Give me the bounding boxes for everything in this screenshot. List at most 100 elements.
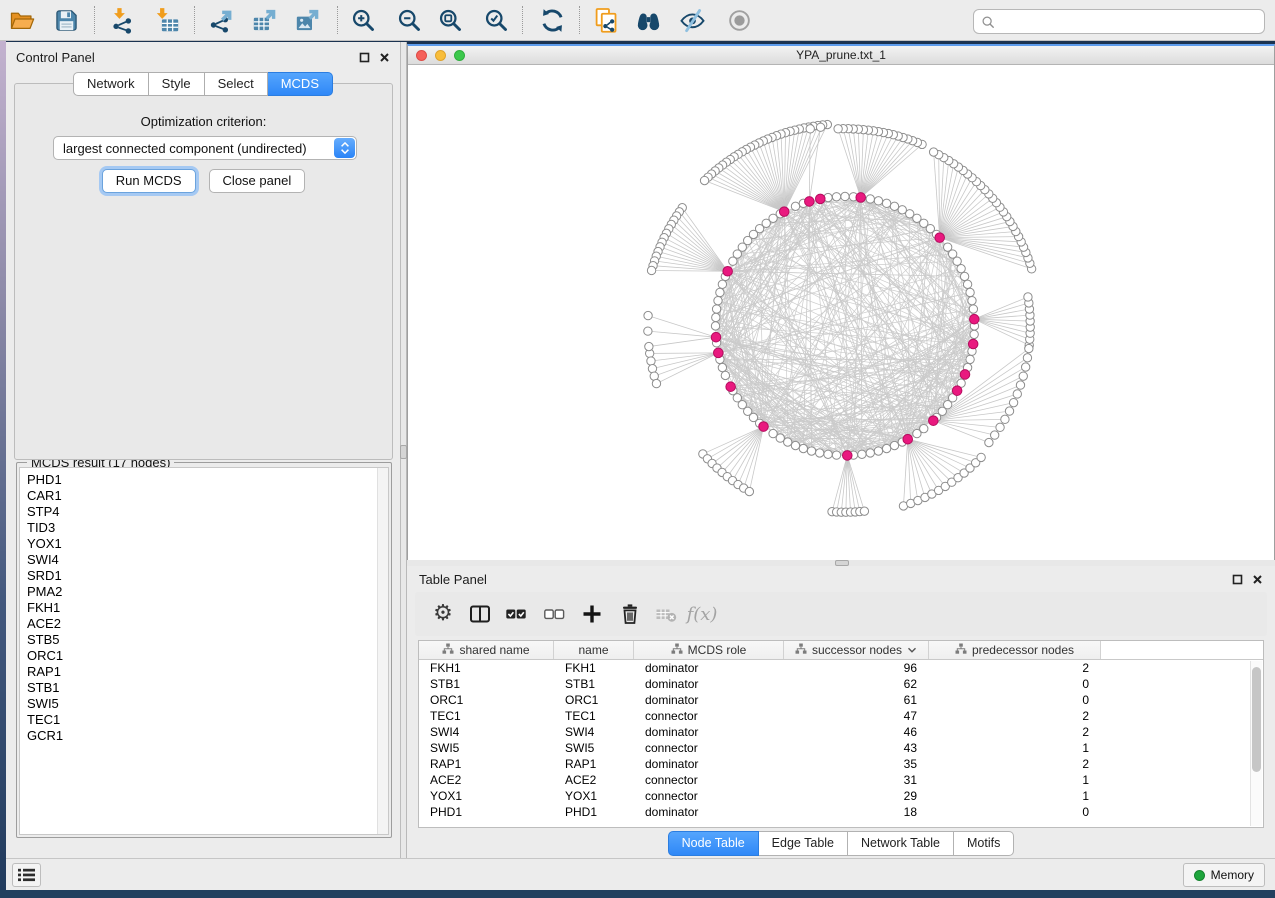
float-panel-icon[interactable] bbox=[359, 50, 370, 68]
mcds-hub-node[interactable] bbox=[714, 348, 724, 358]
network-node[interactable] bbox=[832, 451, 840, 459]
table-row[interactable]: ORC1ORC1dominator610 bbox=[419, 692, 1263, 708]
create-column-button[interactable] bbox=[577, 600, 607, 628]
delete-table-button-disabled[interactable] bbox=[651, 600, 681, 628]
network-node[interactable] bbox=[648, 364, 656, 372]
network-node[interactable] bbox=[960, 272, 968, 280]
network-node[interactable] bbox=[799, 444, 807, 452]
network-node[interactable] bbox=[714, 296, 722, 304]
network-node[interactable] bbox=[968, 296, 976, 304]
find-button[interactable] bbox=[630, 3, 666, 37]
network-node[interactable] bbox=[943, 243, 951, 251]
mcds-result-item[interactable]: STP4 bbox=[27, 504, 388, 520]
network-node[interactable] bbox=[816, 449, 824, 457]
close-panel-button[interactable]: Close panel bbox=[209, 169, 306, 193]
network-node[interactable] bbox=[882, 199, 890, 207]
network-node[interactable] bbox=[718, 280, 726, 288]
network-node[interactable] bbox=[791, 202, 799, 210]
hide-selected-button[interactable] bbox=[674, 3, 710, 37]
table-row[interactable]: SWI5SWI5connector431 bbox=[419, 740, 1263, 756]
network-node[interactable] bbox=[890, 202, 898, 210]
tab-node-table[interactable]: Node Table bbox=[668, 831, 759, 856]
network-node[interactable] bbox=[647, 357, 655, 365]
network-node[interactable] bbox=[718, 363, 726, 371]
network-node[interactable] bbox=[832, 193, 840, 201]
mcds-result-item[interactable]: YOX1 bbox=[27, 536, 388, 552]
export-network-button[interactable] bbox=[203, 3, 239, 37]
mcds-result-item[interactable]: CAR1 bbox=[27, 488, 388, 504]
memory-button[interactable]: Memory bbox=[1183, 863, 1265, 887]
select-all-columns-button[interactable] bbox=[501, 600, 531, 628]
network-node[interactable] bbox=[816, 123, 824, 131]
mcds-result-item[interactable]: STB5 bbox=[27, 632, 388, 648]
show-hidden-button[interactable] bbox=[721, 3, 757, 37]
mcds-hub-node[interactable] bbox=[726, 382, 736, 392]
mcds-hub-node[interactable] bbox=[842, 451, 852, 461]
network-node[interactable] bbox=[745, 487, 753, 495]
network-node[interactable] bbox=[700, 176, 708, 184]
network-node[interactable] bbox=[890, 441, 898, 449]
tab-mcds[interactable]: MCDS bbox=[268, 72, 333, 96]
network-node[interactable] bbox=[969, 305, 977, 313]
mcds-result-item[interactable]: ACE2 bbox=[27, 616, 388, 632]
mcds-result-item[interactable]: GCR1 bbox=[27, 728, 388, 744]
zoom-selected-button[interactable] bbox=[478, 3, 514, 37]
mcds-hub-node[interactable] bbox=[960, 370, 970, 380]
network-canvas[interactable] bbox=[408, 65, 1274, 560]
task-history-button[interactable] bbox=[12, 863, 41, 887]
network-node[interactable] bbox=[834, 125, 842, 133]
network-node[interactable] bbox=[866, 449, 874, 457]
table-row[interactable]: FKH1FKH1dominator962 bbox=[419, 660, 1263, 676]
network-node[interactable] bbox=[647, 266, 655, 274]
network-node[interactable] bbox=[645, 342, 653, 350]
network-node[interactable] bbox=[824, 450, 832, 458]
network-node[interactable] bbox=[874, 197, 882, 205]
tab-select[interactable]: Select bbox=[205, 72, 268, 96]
tab-network-table[interactable]: Network Table bbox=[848, 831, 954, 856]
network-node[interactable] bbox=[1023, 354, 1031, 362]
open-file-button[interactable] bbox=[4, 3, 40, 37]
search-input[interactable] bbox=[1000, 12, 1264, 32]
network-node[interactable] bbox=[807, 447, 815, 455]
network-node[interactable] bbox=[963, 280, 971, 288]
mcds-result-item[interactable]: FKH1 bbox=[27, 600, 388, 616]
network-node[interactable] bbox=[644, 311, 652, 319]
network-node[interactable] bbox=[644, 327, 652, 335]
table-row[interactable]: RAP1RAP1dominator352 bbox=[419, 756, 1263, 772]
network-graph[interactable] bbox=[408, 65, 1274, 560]
network-node[interactable] bbox=[716, 288, 724, 296]
export-table-button[interactable] bbox=[246, 3, 282, 37]
refresh-button[interactable] bbox=[534, 3, 570, 37]
tab-style[interactable]: Style bbox=[149, 72, 205, 96]
close-panel-icon[interactable] bbox=[1252, 572, 1263, 590]
mcds-hub-node[interactable] bbox=[856, 193, 866, 203]
deselect-all-columns-button[interactable] bbox=[539, 600, 569, 628]
zoom-in-button[interactable] bbox=[345, 3, 381, 37]
mcds-result-item[interactable]: SRD1 bbox=[27, 568, 388, 584]
export-image-button[interactable] bbox=[289, 3, 325, 37]
mcds-hub-node[interactable] bbox=[903, 434, 913, 444]
close-panel-icon[interactable] bbox=[379, 50, 390, 68]
save-session-button[interactable] bbox=[48, 3, 84, 37]
mcds-result-item[interactable]: TEC1 bbox=[27, 712, 388, 728]
network-node[interactable] bbox=[1005, 407, 1013, 415]
network-node[interactable] bbox=[920, 424, 928, 432]
table-scrollbar[interactable] bbox=[1250, 661, 1262, 826]
network-node[interactable] bbox=[1019, 372, 1027, 380]
mcds-result-item[interactable]: SWI5 bbox=[27, 696, 388, 712]
mcds-hub-node[interactable] bbox=[929, 416, 939, 426]
network-node[interactable] bbox=[1021, 363, 1029, 371]
table-row[interactable]: TEC1TEC1connector472 bbox=[419, 708, 1263, 724]
mcds-hub-node[interactable] bbox=[779, 207, 789, 217]
column-header-successor-nodes[interactable]: successor nodes bbox=[784, 641, 929, 659]
mcds-result-item[interactable]: ORC1 bbox=[27, 648, 388, 664]
network-node[interactable] bbox=[866, 195, 874, 203]
mcds-result-item[interactable]: TID3 bbox=[27, 520, 388, 536]
new-network-from-selection-button[interactable] bbox=[588, 3, 624, 37]
mcds-hub-node[interactable] bbox=[935, 233, 945, 243]
network-node[interactable] bbox=[721, 371, 729, 379]
tab-edge-table[interactable]: Edge Table bbox=[759, 831, 848, 856]
mcds-list-scrollbar[interactable] bbox=[377, 468, 388, 834]
float-panel-icon[interactable] bbox=[1232, 572, 1243, 590]
network-node[interactable] bbox=[966, 288, 974, 296]
